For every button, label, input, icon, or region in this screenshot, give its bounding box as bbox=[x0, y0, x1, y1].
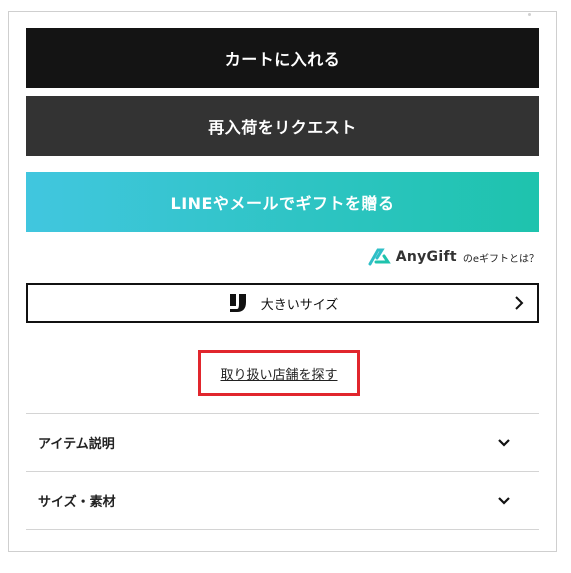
add-to-cart-button[interactable]: カートに入れる bbox=[26, 28, 539, 88]
size-option-button[interactable]: 大きいサイズ bbox=[26, 283, 539, 323]
accordion-label: アイテム説明 bbox=[38, 437, 115, 452]
store-link-highlight: 取り扱い店舗を探す bbox=[198, 350, 360, 396]
chevron-down-icon bbox=[498, 438, 510, 447]
decorative-dot bbox=[528, 13, 531, 16]
restock-request-label: 再入荷をリクエスト bbox=[208, 118, 357, 137]
accordion-label: サイズ・素材 bbox=[38, 495, 116, 510]
restock-request-button[interactable]: 再入荷をリクエスト bbox=[26, 96, 539, 156]
chevron-right-icon bbox=[515, 296, 524, 310]
add-to-cart-label: カートに入れる bbox=[224, 50, 341, 69]
anygift-icon bbox=[368, 248, 391, 266]
anygift-logo: AnyGift bbox=[368, 248, 457, 266]
anygift-brand: AnyGift bbox=[395, 249, 457, 265]
gift-button[interactable]: LINEやメールでギフトを贈る bbox=[26, 172, 539, 232]
size-option-label: 大きいサイズ bbox=[260, 297, 339, 313]
accordion-item-description[interactable]: アイテム説明 bbox=[26, 414, 539, 471]
gift-button-label: LINEやメールでギフトを贈る bbox=[170, 194, 395, 213]
chevron-down-icon bbox=[498, 496, 510, 505]
divider bbox=[26, 529, 539, 530]
find-store-link[interactable]: 取り扱い店舗を探す bbox=[220, 364, 337, 383]
accordion-item-size-material[interactable]: サイズ・素材 bbox=[26, 472, 539, 529]
anygift-info-link[interactable]: AnyGift のeギフトとは？ bbox=[368, 245, 539, 269]
anygift-question: のeギフトとは？ bbox=[462, 253, 539, 265]
brand-logo-icon bbox=[229, 294, 246, 312]
